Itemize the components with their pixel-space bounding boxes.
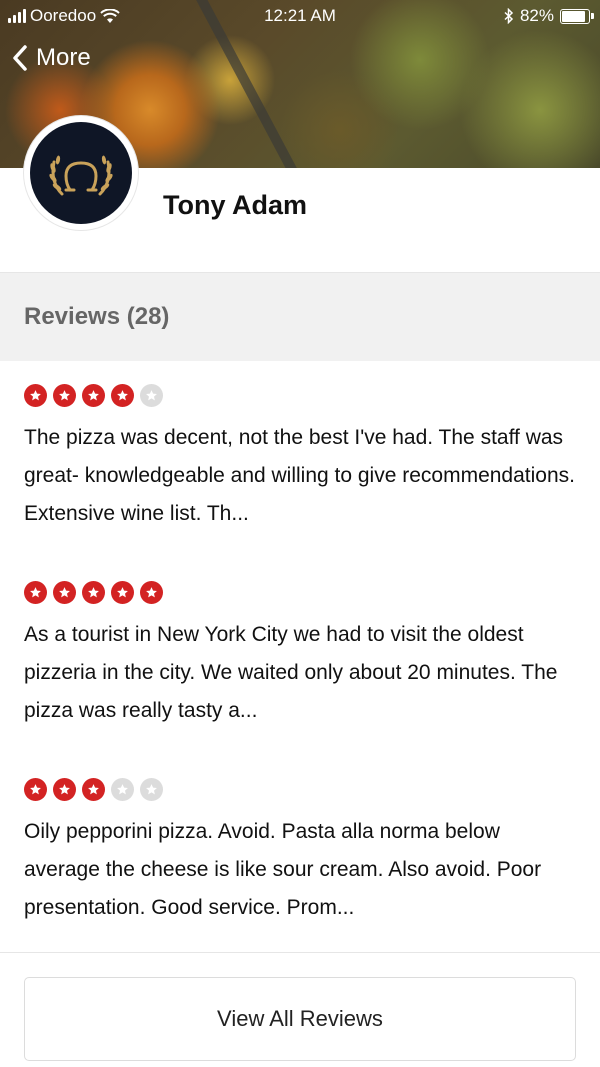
star-filled-icon <box>140 581 163 604</box>
battery-percent: 82% <box>519 6 554 25</box>
star-filled-icon <box>53 581 76 604</box>
star-rating <box>24 581 163 604</box>
review-text: As a tourist in New York City we had to … <box>24 623 558 722</box>
back-label: More <box>36 44 91 71</box>
star-filled-icon <box>24 384 47 407</box>
reviews-section-header: Reviews (28) <box>0 272 600 361</box>
star-filled-icon <box>82 384 105 407</box>
avatar-logo <box>30 122 132 224</box>
star-filled-icon <box>24 778 47 801</box>
review-item[interactable]: Oily pepporini pizza. Avoid. Pasta alla … <box>0 755 600 953</box>
star-filled-icon <box>53 778 76 801</box>
review-text: The pizza was decent, not the best I've … <box>24 426 575 525</box>
reviews-section-title: Reviews (28) <box>24 303 170 330</box>
star-filled-icon <box>24 581 47 604</box>
star-empty-icon <box>140 778 163 801</box>
star-filled-icon <box>111 581 134 604</box>
star-filled-icon <box>111 384 134 407</box>
laurel-omega-logo-icon <box>49 155 113 196</box>
bluetooth-icon <box>504 8 514 24</box>
review-item[interactable]: As a tourist in New York City we had to … <box>0 558 600 756</box>
status-bar: Ooredoo 12:21 AM 82% <box>0 0 600 32</box>
review-text: Oily pepporini pizza. Avoid. Pasta alla … <box>24 820 542 919</box>
view-all-reviews-button[interactable]: View All Reviews <box>24 977 576 1061</box>
review-item[interactable]: The pizza was decent, not the best I've … <box>0 361 600 559</box>
star-filled-icon <box>53 384 76 407</box>
back-button[interactable]: More <box>12 44 91 72</box>
star-empty-icon <box>111 778 134 801</box>
star-rating <box>24 384 163 407</box>
status-bar-right: 82% <box>504 6 594 26</box>
star-rating <box>24 778 163 801</box>
profile-name: Tony Adam <box>163 190 308 220</box>
chevron-left-icon <box>13 45 27 71</box>
star-filled-icon <box>82 778 105 801</box>
star-filled-icon <box>82 581 105 604</box>
star-empty-icon <box>140 384 163 407</box>
avatar <box>24 116 138 230</box>
battery-icon <box>560 8 594 24</box>
